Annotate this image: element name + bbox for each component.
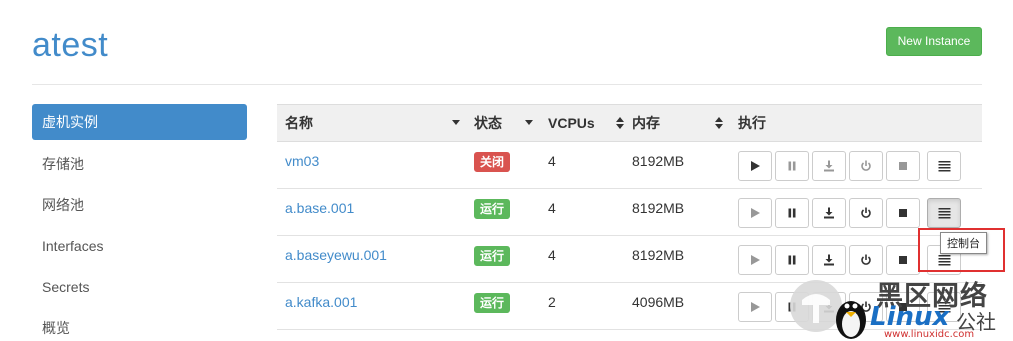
watermark-logo: 黑区网络 Linux 公社 www.linuxidc.com (788, 272, 1013, 341)
pause-button[interactable] (775, 245, 809, 275)
watermark-url: www.linuxidc.com (884, 329, 975, 340)
sort-icon[interactable] (715, 117, 723, 129)
sidebar-item-secrets[interactable]: Secrets (32, 267, 247, 308)
status-cell: 运行 (474, 283, 511, 329)
play-button[interactable] (738, 198, 772, 228)
pause-button[interactable] (775, 198, 809, 228)
header-divider (32, 84, 982, 85)
memory-cell: 8192MB (632, 153, 685, 169)
sidebar-item-networks[interactable]: 网络池 (32, 185, 247, 226)
instance-name-link[interactable]: a.kafka.001 (285, 283, 357, 329)
sidebar: 虚机实例 存储池 网络池 Interfaces Secrets 概览 (32, 104, 247, 341)
status-cell: 运行 (474, 189, 511, 235)
watermark-brand: Linux (870, 302, 950, 332)
instance-name-link[interactable]: a.base.001 (285, 189, 354, 235)
play-button[interactable] (738, 245, 772, 275)
status-badge: 关闭 (474, 152, 511, 172)
vcpus-cell: 4 (548, 200, 556, 216)
vcpus-cell: 4 (548, 247, 556, 263)
status-badge: 运行 (474, 293, 511, 313)
sort-caret-icon[interactable] (525, 120, 533, 125)
table-header: 名称 状态 VCPUs 内存 执行 (277, 104, 982, 142)
power-button[interactable] (849, 198, 883, 228)
power-button[interactable] (849, 245, 883, 275)
stop-button[interactable] (886, 245, 920, 275)
sidebar-item-instances[interactable]: 虚机实例 (32, 104, 247, 140)
download-button[interactable] (812, 198, 846, 228)
console-tooltip: 控制台 (940, 232, 987, 254)
instance-name-link[interactable]: vm03 (285, 142, 319, 188)
download-button[interactable] (812, 151, 846, 181)
play-button[interactable] (738, 292, 772, 322)
vcpus-cell: 2 (548, 294, 556, 310)
status-cell: 运行 (474, 236, 511, 282)
power-button[interactable] (849, 151, 883, 181)
status-cell: 关闭 (474, 142, 511, 188)
sidebar-item-interfaces[interactable]: Interfaces (32, 226, 247, 267)
vcpus-cell: 4 (548, 153, 556, 169)
column-header-name[interactable]: 名称 (285, 105, 313, 142)
sort-caret-icon[interactable] (452, 120, 460, 125)
memory-cell: 8192MB (632, 200, 685, 216)
sort-icon[interactable] (616, 117, 624, 129)
column-header-vcpus[interactable]: VCPUs (548, 105, 595, 142)
play-button[interactable] (738, 151, 772, 181)
new-instance-button[interactable]: New Instance (886, 27, 982, 56)
console-button[interactable] (927, 198, 961, 228)
status-badge: 运行 (474, 199, 511, 219)
sidebar-item-storage[interactable]: 存储池 (32, 144, 247, 185)
stop-button[interactable] (886, 198, 920, 228)
status-badge: 运行 (474, 246, 511, 266)
console-button[interactable] (927, 151, 961, 181)
column-header-memory[interactable]: 内存 (632, 105, 660, 142)
column-header-status[interactable]: 状态 (474, 105, 502, 142)
page-title: atest (32, 26, 109, 64)
column-header-actions: 执行 (738, 115, 766, 131)
stop-button[interactable] (886, 151, 920, 181)
memory-cell: 4096MB (632, 294, 685, 310)
instance-name-link[interactable]: a.baseyewu.001 (285, 236, 387, 282)
download-button[interactable] (812, 245, 846, 275)
pause-button[interactable] (775, 151, 809, 181)
sidebar-item-overview[interactable]: 概览 (32, 308, 247, 341)
table-row: a.base.001 运行 4 8192MB (277, 189, 982, 236)
memory-cell: 8192MB (632, 247, 685, 263)
table-row: vm03 关闭 4 8192MB (277, 142, 982, 189)
